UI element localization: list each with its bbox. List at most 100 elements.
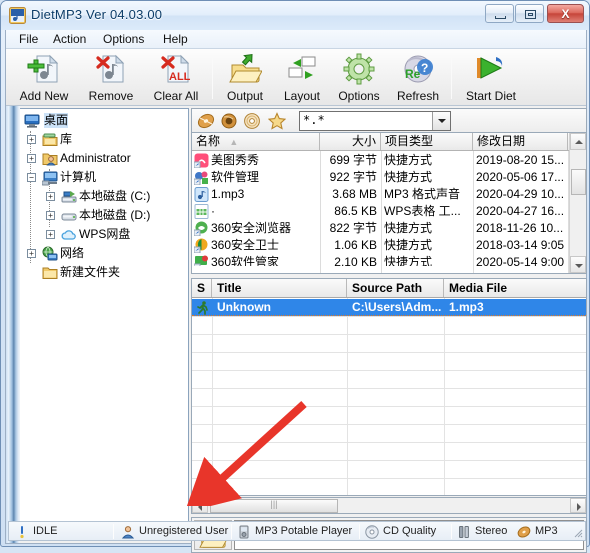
- maximize-icon: [525, 10, 536, 19]
- media-queue-list[interactable]: S Title Source Path Media File Unknown C…: [191, 278, 587, 496]
- hard-drive-icon: [61, 208, 77, 224]
- clear-all-button[interactable]: ALL Clear All: [143, 51, 209, 104]
- file-list-scrollbar[interactable]: [569, 133, 586, 273]
- speaker-filter-icon[interactable]: [220, 112, 238, 130]
- cell-date: 2020-04-27 16...: [476, 204, 565, 218]
- cell-size: 922 字节: [329, 170, 377, 184]
- scroll-right-icon[interactable]: [570, 498, 586, 513]
- cell-size: 699 字节: [329, 153, 377, 167]
- status-state-label: IDLE: [33, 525, 58, 537]
- grid-line: [212, 298, 213, 495]
- remove-button[interactable]: Remove: [80, 51, 142, 104]
- menu-help[interactable]: Help: [156, 32, 195, 47]
- collapse-toggle[interactable]: −: [27, 173, 36, 182]
- start-diet-button[interactable]: Start Diet: [454, 51, 528, 104]
- layout-button[interactable]: Layout: [274, 51, 330, 104]
- chevron-down-icon[interactable]: [432, 112, 450, 130]
- column-header-status[interactable]: S: [192, 279, 212, 297]
- file-browser-list[interactable]: 名称 ▲ 大小 项目类型 修改日期 美图秀秀 699 字节 快捷方式 2019-…: [191, 132, 587, 274]
- table-row[interactable]: 1.mp3 3.68 MB MP3 格式声音 2020-04-29 10...: [192, 186, 568, 203]
- app-music-icon: [9, 7, 26, 24]
- title-bar: DietMP3 Ver 04.03.00 X: [1, 1, 589, 30]
- column-header-title[interactable]: Title: [212, 279, 347, 297]
- grid-line: [347, 298, 348, 495]
- status-registration-label: Unregistered User: [139, 525, 229, 537]
- cell-date: 2019-08-20 15...: [476, 153, 565, 167]
- remove-music-file-icon: [94, 53, 128, 85]
- system-drive-icon: [61, 189, 77, 205]
- status-separator: [231, 524, 232, 539]
- network-icon: [42, 246, 58, 262]
- expand-toggle[interactable]: +: [46, 211, 55, 220]
- table-row[interactable]: · 86.5 KB WPS表格 工... 2020-04-27 16...: [192, 203, 568, 220]
- expand-toggle[interactable]: +: [27, 154, 36, 163]
- cell-type: MP3 格式声音: [384, 187, 461, 201]
- table-row[interactable]: 360软件管家 2.10 KB 快捷方式 2020-05-14 9:00: [192, 254, 568, 266]
- scrollbar-thumb[interactable]: [210, 499, 338, 513]
- expand-toggle[interactable]: +: [46, 230, 55, 239]
- table-row[interactable]: 360安全卫士 1.06 KB 快捷方式 2018-03-14 9:05: [192, 237, 568, 254]
- expand-toggle[interactable]: +: [46, 192, 55, 201]
- cell-size: 822 字节: [329, 221, 377, 235]
- expand-toggle[interactable]: +: [27, 249, 36, 258]
- toolbar: Add New Remove ALL Clear All Output Layo…: [6, 49, 586, 141]
- column-header-type[interactable]: 项目类型: [381, 133, 473, 150]
- status-separator: [451, 524, 452, 539]
- scroll-left-icon[interactable]: [192, 498, 208, 513]
- menu-file[interactable]: File: [12, 32, 45, 47]
- scrollbar-thumb[interactable]: [571, 169, 586, 195]
- 360-safe-icon: [193, 238, 209, 254]
- refresh-button[interactable]: Re ? Refresh: [388, 51, 448, 104]
- column-header-media-file[interactable]: Media File: [444, 279, 586, 297]
- file-filter-combobox[interactable]: *.*: [299, 111, 451, 131]
- status-quality: CD Quality: [363, 523, 451, 540]
- grid-line: [444, 298, 445, 495]
- scroll-down-icon[interactable]: [570, 256, 586, 273]
- cell-name: ·: [211, 204, 215, 218]
- resize-grip[interactable]: [571, 526, 583, 538]
- wps-sheet-icon: [194, 204, 209, 219]
- table-row[interactable]: Unknown C:\Users\Adm... 1.mp3: [192, 299, 586, 316]
- cell-type: 快捷方式: [384, 221, 433, 235]
- scroll-up-icon[interactable]: [570, 133, 586, 150]
- minimize-button[interactable]: [485, 4, 514, 23]
- mp3-filter-icon[interactable]: [197, 112, 215, 130]
- expand-toggle[interactable]: +: [27, 135, 36, 144]
- media-list-horizontal-scrollbar[interactable]: [191, 497, 587, 514]
- add-new-button[interactable]: Add New: [10, 51, 78, 104]
- grid-line: [192, 478, 586, 479]
- close-button[interactable]: X: [547, 4, 584, 23]
- portable-player-icon: [237, 525, 251, 539]
- options-button[interactable]: Options: [330, 51, 388, 104]
- column-header-name[interactable]: 名称 ▲: [192, 133, 320, 150]
- grid-line: [192, 316, 586, 317]
- grid-line: [192, 370, 586, 371]
- maximize-button[interactable]: [515, 4, 544, 23]
- cell-source-path: C:\Users\Adm...: [352, 300, 442, 314]
- favorites-star-icon[interactable]: [267, 112, 287, 130]
- add-music-file-icon: [27, 53, 61, 85]
- status-separator: [359, 524, 360, 539]
- cell-media-file: 1.mp3: [449, 300, 484, 314]
- menu-action[interactable]: Action: [46, 32, 93, 47]
- cd-filter-icon[interactable]: [243, 112, 261, 130]
- table-row[interactable]: 软件管理 922 字节 快捷方式 2020-05-06 17...: [192, 169, 568, 186]
- table-row[interactable]: 美图秀秀 699 字节 快捷方式 2019-08-20 15...: [192, 152, 568, 169]
- cell-size: 1.06 KB: [334, 238, 377, 252]
- cell-date: 2018-03-14 9:05: [476, 238, 565, 252]
- status-channels: Stereo: [455, 523, 517, 540]
- tree-label: 本地磁盘 (C:): [79, 189, 151, 203]
- column-header-size[interactable]: 大小: [320, 133, 381, 150]
- output-button[interactable]: Output: [216, 51, 274, 104]
- menu-options[interactable]: Options: [96, 32, 151, 47]
- options-label: Options: [338, 89, 380, 103]
- cell-date: 2020-04-29 10...: [476, 187, 565, 201]
- 360-soft-icon: [193, 255, 209, 266]
- column-header-date[interactable]: 修改日期: [473, 133, 568, 150]
- folder-tree-panel[interactable]: 桌面 + 库 + Administrator − 计算机 + 本地磁盘 (C:)…: [20, 108, 189, 541]
- computer-icon: [41, 170, 58, 186]
- cell-name: 1.mp3: [211, 187, 245, 201]
- table-row[interactable]: 360安全浏览器 822 字节 快捷方式 2018-11-26 10...: [192, 220, 568, 237]
- gear-icon: [342, 53, 376, 85]
- column-header-source-path[interactable]: Source Path: [347, 279, 444, 297]
